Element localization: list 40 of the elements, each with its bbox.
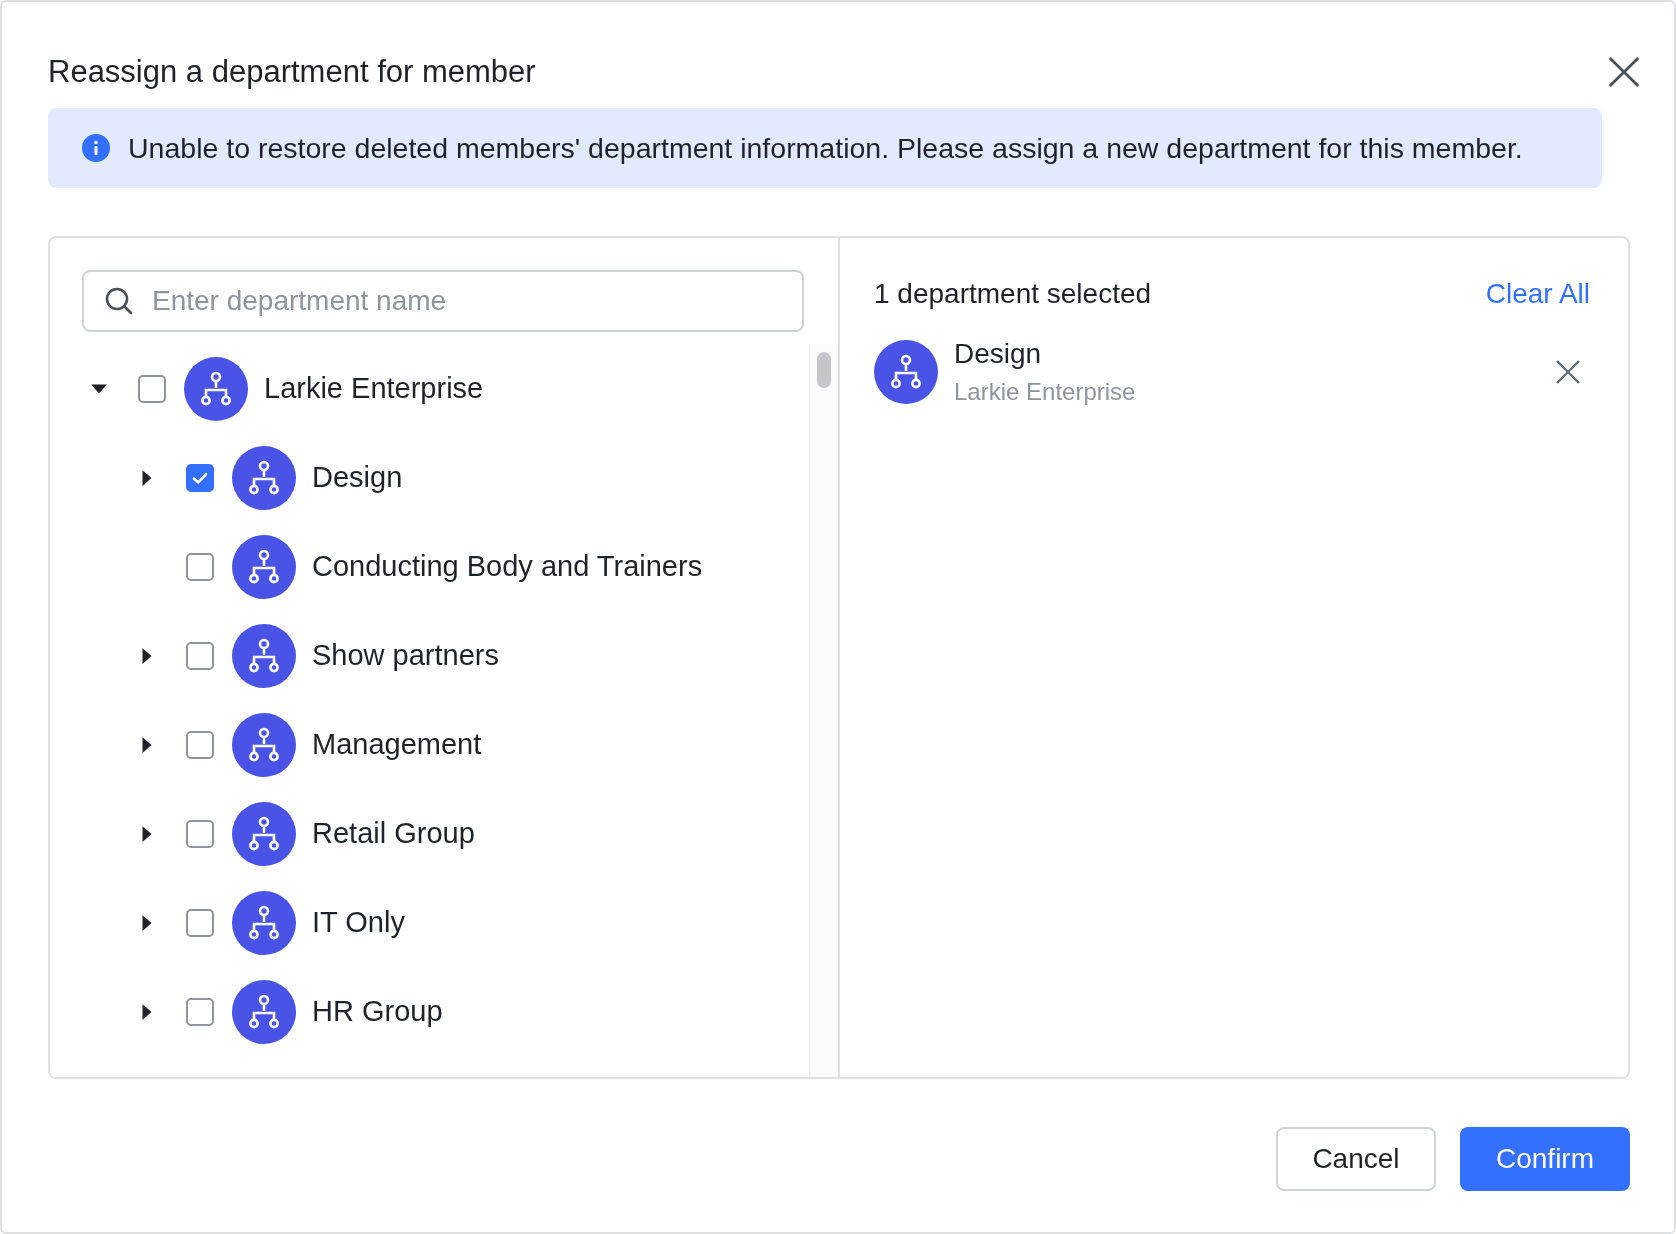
department-name[interactable]: Conducting Body and Trainers — [312, 550, 703, 583]
search-icon — [104, 286, 134, 316]
department-name[interactable]: Retail Group — [312, 817, 475, 850]
selection-count: 1 department selected — [874, 278, 1152, 310]
department-icon — [184, 356, 248, 421]
department-name: Design — [954, 338, 1043, 370]
department-icon — [874, 340, 938, 404]
close-icon[interactable] — [1608, 56, 1640, 88]
department-icon — [232, 890, 296, 955]
department-name[interactable]: Larkie Enterprise — [264, 372, 484, 405]
checkbox[interactable] — [138, 374, 166, 403]
department-name[interactable]: Show partners — [312, 639, 499, 672]
cancel-button[interactable]: Cancel — [1276, 1127, 1436, 1191]
parent-department: Larkie Enterprise — [954, 378, 1137, 406]
scrollbar-thumb[interactable] — [817, 352, 831, 388]
department-name[interactable]: HR Group — [312, 995, 443, 1028]
dialog-title: Reassign a department for member — [48, 54, 536, 90]
remove-icon[interactable] — [1556, 360, 1580, 384]
search-field[interactable]: Enter department name — [82, 270, 804, 332]
department-name[interactable]: Design — [312, 461, 403, 494]
department-icon — [232, 445, 296, 510]
checkbox[interactable] — [186, 641, 214, 670]
department-icon — [232, 801, 296, 866]
scrollbar-track[interactable] — [809, 344, 838, 1077]
checkbox[interactable] — [186, 730, 214, 759]
info-message: Unable to restore deleted members' department information. Please assign a new department for this member. — [128, 131, 1523, 165]
department-name[interactable]: IT Only — [312, 906, 405, 939]
department-icon — [232, 534, 296, 599]
department-icon — [232, 623, 296, 688]
department-icon — [232, 979, 296, 1044]
checkbox[interactable] — [186, 908, 214, 937]
checkbox[interactable] — [186, 463, 214, 492]
checkbox[interactable] — [186, 819, 214, 848]
clear-all-link[interactable]: Clear All — [1485, 278, 1590, 310]
info-icon — [82, 134, 110, 162]
checkbox[interactable] — [186, 997, 214, 1026]
department-icon — [232, 712, 296, 777]
department-name[interactable]: Management — [312, 728, 482, 761]
checkbox[interactable] — [186, 552, 214, 581]
confirm-button[interactable]: Confirm — [1460, 1127, 1630, 1191]
